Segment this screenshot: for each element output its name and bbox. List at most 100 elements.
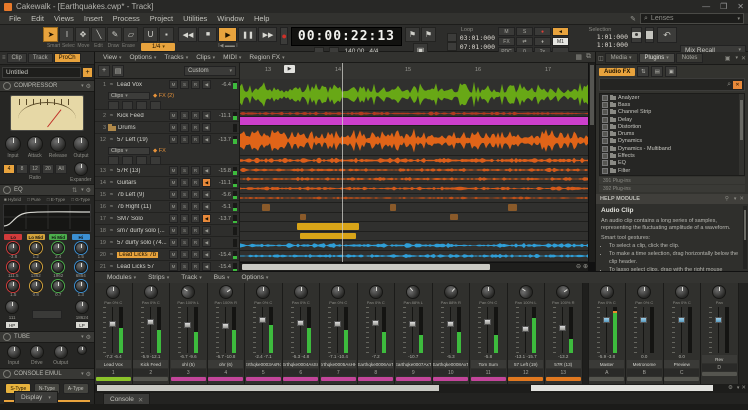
pan-knob[interactable] [675,285,689,299]
pan-knob[interactable] [637,285,651,299]
track-row-sm7-durty-solo[interactable]: 18≈sm7 durty solo (...MSR◀ [95,225,239,237]
input-knob[interactable] [5,136,21,152]
pin-icon[interactable]: ⚲ [725,196,729,202]
plugin-folder-distortion[interactable]: Distortion [600,123,744,130]
track-name[interactable]: sm7 durty solo (... [117,228,167,234]
maximize-view-icon[interactable]: ⧉ [586,53,591,61]
channel-name[interactable]: Erthqke0004AsSn [283,360,318,368]
track-mute-button[interactable]: M [169,111,178,120]
menu-item-clips[interactable]: Clips▾ [192,54,219,61]
pan-knob[interactable] [331,285,345,299]
track-mute-button[interactable]: M [169,250,178,259]
flip-icon[interactable]: ⇅ [72,187,77,194]
clip-automation-button[interactable] [122,156,133,165]
channel-name[interactable]: ohl (5) [171,360,206,368]
gear-icon[interactable]: ⚙ [86,83,91,90]
clip-lane-sti-17[interactable] [240,241,588,251]
track-manager-icon[interactable]: ▤ [112,65,124,77]
attack-knob[interactable] [27,136,43,152]
lenses-search-input[interactable]: ⌕ Lenses ▾ [640,13,744,24]
track-gain-value[interactable]: -13.7 [213,137,231,143]
track-record-button[interactable]: R [191,111,200,120]
channel-name[interactable]: Erthqke0003AsRc [246,360,281,368]
arrange-area[interactable] [240,79,588,262]
track-mute-button[interactable]: M [169,214,178,223]
channel-name[interactable]: Metronome [627,360,662,368]
track-solo-button[interactable]: S [180,214,189,223]
menu-item-project[interactable]: Project [145,14,178,23]
eq-band-hi-button[interactable]: Hi [72,234,90,240]
input-echo-button[interactable]: ◀ [202,238,211,247]
track-row-sm7-solo[interactable]: 17≈SM7 SoloMSR◀-13.7 [95,213,239,225]
volume-fader[interactable] [184,307,191,353]
menu-item-utilities[interactable]: Utilities [178,14,212,23]
console-emul-module-header[interactable]: CONSOLE EMUL ▾⚙ [0,368,94,380]
track-fx-badge[interactable]: ◆ FX (2) [153,93,174,99]
input-echo-button[interactable]: ◀ [202,178,211,187]
maximize-button[interactable]: ❐ [720,2,727,11]
audio-clip-segment[interactable] [297,223,359,229]
ratio-8-button[interactable]: 8 [16,164,28,174]
scrollbar-handle[interactable] [590,65,594,125]
channel-name[interactable]: Rev [702,355,737,363]
mixer-strip-57-left-19[interactable]: Pan 100% L-13.1 -15.757 Left (19)12 [508,283,546,384]
track-record-button[interactable]: R [191,202,200,211]
checkbox[interactable] [602,160,608,166]
snap-value-dropdown[interactable]: 1/4▾ [141,43,175,51]
eq-gains-knob[interactable] [7,242,19,254]
clip-lane-sti-18[interactable] [240,251,588,262]
mixer-strip-earthqke0008axt[interactable]: Pan 88% R-5.3Earthqke0008AxT10 [433,283,471,384]
mixer-strip-erthqke0003asrc[interactable]: Pan 0% C-2.4 -7.1Erthqke0003AsRc5 [245,283,283,384]
track-name[interactable]: Lead Licks 57 [117,264,167,270]
volume-fader[interactable] [640,307,647,353]
volume-fader[interactable] [409,307,416,353]
mixer-strip-tom-sum[interactable]: Pan 0% C-5.8Tom Sum11 [470,283,508,384]
checkbox[interactable] [602,138,608,144]
tab-media[interactable]: Media▾ [605,53,638,63]
track-mute-button[interactable]: M [169,178,178,187]
playhead-line[interactable] [342,63,343,262]
mixer-strip-57r-13[interactable]: Pan 100% R-13.257R (13)13 [545,283,583,384]
console-scrollbar[interactable]: ⚙▾✕ [95,384,748,393]
channel-name[interactable]: Preview [664,360,699,368]
ratio-20-button[interactable]: 20 [42,164,54,174]
clip-lane-sm7-solo[interactable] [240,194,588,203]
time-ruler[interactable]: ▶ 1314151617 [240,63,588,80]
mixer-strip-master[interactable]: Pan 0% C-5.9 -3.8MasterA [589,283,627,384]
pan-knob[interactable] [144,285,158,299]
track-gain-value[interactable]: -15.4 [213,264,231,270]
add-module-button[interactable]: + [83,68,92,77]
tool-edit-button[interactable]: ╲ [91,27,106,42]
track-record-button[interactable]: R [191,80,200,89]
drive-knob[interactable] [30,345,44,359]
pan-knob[interactable] [369,285,383,299]
channel-name[interactable]: 57R (13) [546,360,581,368]
gear-icon[interactable]: ⚙ [86,187,91,194]
clear-search-button[interactable]: ✕ [733,81,742,89]
track-record-button[interactable]: R [191,190,200,199]
screenshot-button[interactable] [631,27,642,43]
clip-lane-7b-right-11[interactable] [240,184,588,194]
hp-button[interactable]: HP [5,321,19,329]
mixer-strip-earthqke0007axt[interactable]: Pan 88% L-10.7Earthqke0007AxT9 [395,283,433,384]
dock-icon[interactable]: ◫ [598,55,604,62]
custom-dropdown[interactable]: Custom▾ [184,66,236,76]
clip-lane-7b-left-9[interactable] [240,175,588,184]
pan-knob[interactable] [216,283,235,302]
rescan-icon[interactable]: ▣ [665,66,677,77]
clip-automation-button[interactable] [136,156,147,165]
track-row-kick-feed[interactable]: 2≈Kick FeedMSR◀-11.1 [95,110,239,122]
track-name[interactable]: SM7 Solo [117,216,167,222]
track-solo-button[interactable]: S [180,111,189,120]
console-emul-a-type-button[interactable]: A-Type [63,383,89,394]
track-row-lead-licks-7b[interactable]: 20≈Lead Licks 7bMSR◀-15.4 [95,249,239,261]
track-mute-button[interactable]: M [169,166,178,175]
plugin-folder-analyzer[interactable]: Analyzer [600,94,744,101]
input-echo-button[interactable]: ◀ [202,111,211,120]
mix-module-m-button[interactable]: M [498,27,515,36]
clip-automation-button[interactable] [122,101,133,110]
power-icon[interactable] [3,333,11,341]
eq-freqs-knob[interactable] [7,261,19,273]
selection-start[interactable]: 1:01:000 [597,33,628,41]
scrollbar-handle[interactable] [531,385,713,391]
